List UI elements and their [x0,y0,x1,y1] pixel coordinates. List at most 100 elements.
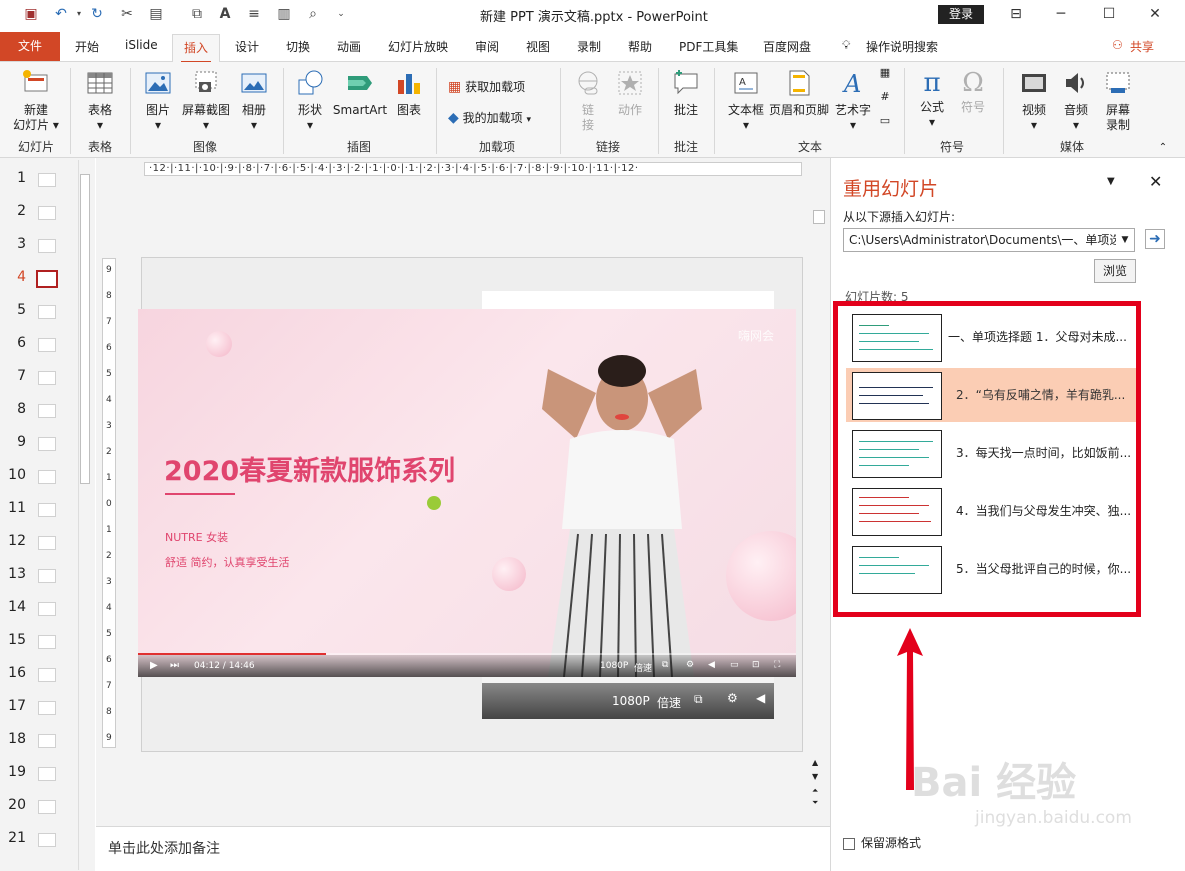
get-addins-button[interactable]: ▦ 获取加载项 [448,78,525,95]
redo-icon[interactable]: ↻ [88,5,106,23]
slide-thumbnail-image[interactable] [38,206,56,220]
tab-islide[interactable]: iSlide [125,38,158,52]
login-button[interactable]: 登录 [938,5,984,24]
screen-record-button[interactable]: 屏幕 录制 [1098,68,1138,133]
preview-icon[interactable]: ⌕ [304,5,322,23]
reuse-slide-item-selected[interactable]: 2．“乌有反哺之情，羊有跪乳... [846,368,1136,422]
object-icon[interactable]: ▭ [876,114,894,127]
align-icon[interactable]: ≡ [245,5,263,23]
collapse-ribbon-icon[interactable]: ⌃ [1156,142,1170,153]
pip-icon[interactable]: ⧉ [662,660,668,670]
thumbnail-scrollbar[interactable] [78,160,90,870]
lightbulb-icon[interactable]: 💡︎ [842,38,850,53]
table-button[interactable]: 表格 ▾ [80,68,120,133]
video-button[interactable]: 视频 ▾ [1014,68,1054,133]
font-color-icon[interactable]: A [216,5,234,23]
quality-selector[interactable]: 1080P [600,661,628,671]
tab-animations[interactable]: 动画 [337,38,361,55]
pip-icon[interactable]: ⧉ [694,692,703,707]
audio-button[interactable]: 音频 ▾ [1056,68,1096,133]
browse-button[interactable]: 浏览 [1094,259,1136,283]
notes-pane[interactable]: 单击此处添加备注 [96,826,830,871]
link-button[interactable]: 链 接 [570,68,606,133]
next-slide-icon[interactable]: ⏷ [812,798,818,808]
tab-insert[interactable]: 插入 [172,34,220,63]
previous-slide-icon[interactable]: ⏶ [812,786,818,796]
tab-file[interactable]: 文件 [0,32,60,61]
cut-icon[interactable]: ✂ [118,5,136,23]
slide-thumbnail-image[interactable] [38,569,56,583]
next-icon[interactable]: ⏭ [170,660,179,671]
picture-button[interactable]: 图片 ▾ [140,68,176,133]
undo-icon[interactable]: ↶ [52,5,70,23]
slide-thumbnail-image[interactable] [38,767,56,781]
chart-button[interactable]: 图表 [392,68,426,118]
scroll-up-icon[interactable]: ▲ [812,758,818,767]
reuse-slide-item[interactable]: 3．每天找一点时间，比如饭前... [846,426,1136,480]
tab-pdf-tools[interactable]: PDF工具集 [679,38,738,55]
slide-thumbnail-image[interactable] [38,602,56,616]
close-pane-icon[interactable]: ✕ [1149,172,1162,191]
share-button[interactable]: 共享 [1130,38,1154,55]
equation-button[interactable]: π 公式 ▾ [914,68,950,130]
present-icon[interactable]: ⧉ [188,5,206,23]
slide-number-icon[interactable]: # [876,90,894,103]
header-footer-button[interactable]: 页眉和页脚 [768,68,830,118]
slide-thumbnail-image[interactable] [38,173,56,187]
action-button[interactable]: 动作 [612,68,648,118]
shape-button[interactable]: 形状 ▾ [292,68,328,133]
slide-thumbnail-image[interactable] [38,371,56,385]
slide-thumbnail-image[interactable] [38,668,56,682]
save-icon[interactable]: ▣ [22,5,40,23]
tab-baidu-netdisk[interactable]: 百度网盘 [763,38,811,55]
wordart-button[interactable]: A 艺术字 ▾ [832,68,874,133]
slide-thumbnail-image[interactable] [38,437,56,451]
scroll-down-icon[interactable]: ▼ [812,772,818,781]
widescreen-icon[interactable]: ▭ [730,660,739,670]
ribbon-display-icon[interactable]: ⊟ [1005,4,1027,24]
undo-dropdown-icon[interactable]: ▾ [70,5,88,23]
comment-button[interactable]: 批注 [668,68,704,118]
my-addins-button[interactable]: ◆ 我的加载项 ▾ [448,109,531,126]
new-slide-button[interactable]: 新建 幻灯片 ▾ [10,68,62,133]
slide-thumbnail-image[interactable] [38,338,56,352]
slide-thumbnail-image[interactable] [38,701,56,715]
slide-thumbnail-image[interactable] [38,635,56,649]
slide-thumbnail-image[interactable] [38,536,56,550]
slide-canvas[interactable]: 1080P 倍速 ⧉ ⚙ ◀ 2020春夏新款服饰系列 NUTRE 女装 舒适 … [138,257,803,752]
chevron-down-icon[interactable]: ▼ [1116,229,1134,251]
reuse-slide-item[interactable]: 4．当我们与父母发生冲突、独... [846,484,1136,538]
play-icon[interactable]: ▶ [150,660,158,671]
volume-icon[interactable]: ◀ [756,691,765,705]
tab-transitions[interactable]: 切换 [286,38,310,55]
slide-thumbnail-image[interactable] [38,404,56,418]
tab-slideshow[interactable]: 幻灯片放映 [388,38,448,55]
minimize-icon[interactable]: ─ [1050,4,1072,24]
scroll-thumb[interactable] [813,210,825,224]
webfullscreen-icon[interactable]: ⊡ [752,660,760,670]
customize-qa-icon[interactable]: ⌄ [332,5,350,23]
tab-review[interactable]: 审阅 [475,38,499,55]
video-frame[interactable]: 2020春夏新款服饰系列 NUTRE 女装 舒适 简约，认真享受生活 嗨网会 ▶… [138,309,796,677]
speed-selector[interactable]: 倍速 [634,661,652,674]
go-arrow-button[interactable]: ➜ [1145,229,1165,249]
share-icon[interactable]: ⚇ [1112,38,1123,52]
source-path-combobox[interactable]: C:\Users\Administrator\Documents\一、单项选 ▼ [843,228,1135,252]
slide-thumbnail-image[interactable] [38,305,56,319]
slide-thumbnail-image[interactable] [38,239,56,253]
slide-thumbnail-image[interactable] [38,503,56,517]
slide-thumbnail-image[interactable] [38,734,56,748]
textbox-button[interactable]: A 文本框 ▾ [724,68,768,133]
slide-thumbnail-image[interactable] [36,270,58,288]
symbol-button[interactable]: Ω 符号 [955,68,991,115]
format-painter-icon[interactable]: ▤ [147,5,165,23]
reuse-slide-item[interactable]: 一、单项选择题 1．父母对未成... [846,310,1136,364]
layout-icon[interactable]: ▥ [275,5,293,23]
close-icon[interactable]: ✕ [1144,4,1166,24]
tab-help[interactable]: 帮助 [628,38,652,55]
volume-icon[interactable]: ◀ [708,660,715,670]
tab-view[interactable]: 视图 [526,38,550,55]
settings-icon[interactable]: ⚙ [686,660,694,670]
settings-icon[interactable]: ⚙ [727,691,738,705]
tell-me-search[interactable]: 操作说明搜索 [866,38,938,55]
